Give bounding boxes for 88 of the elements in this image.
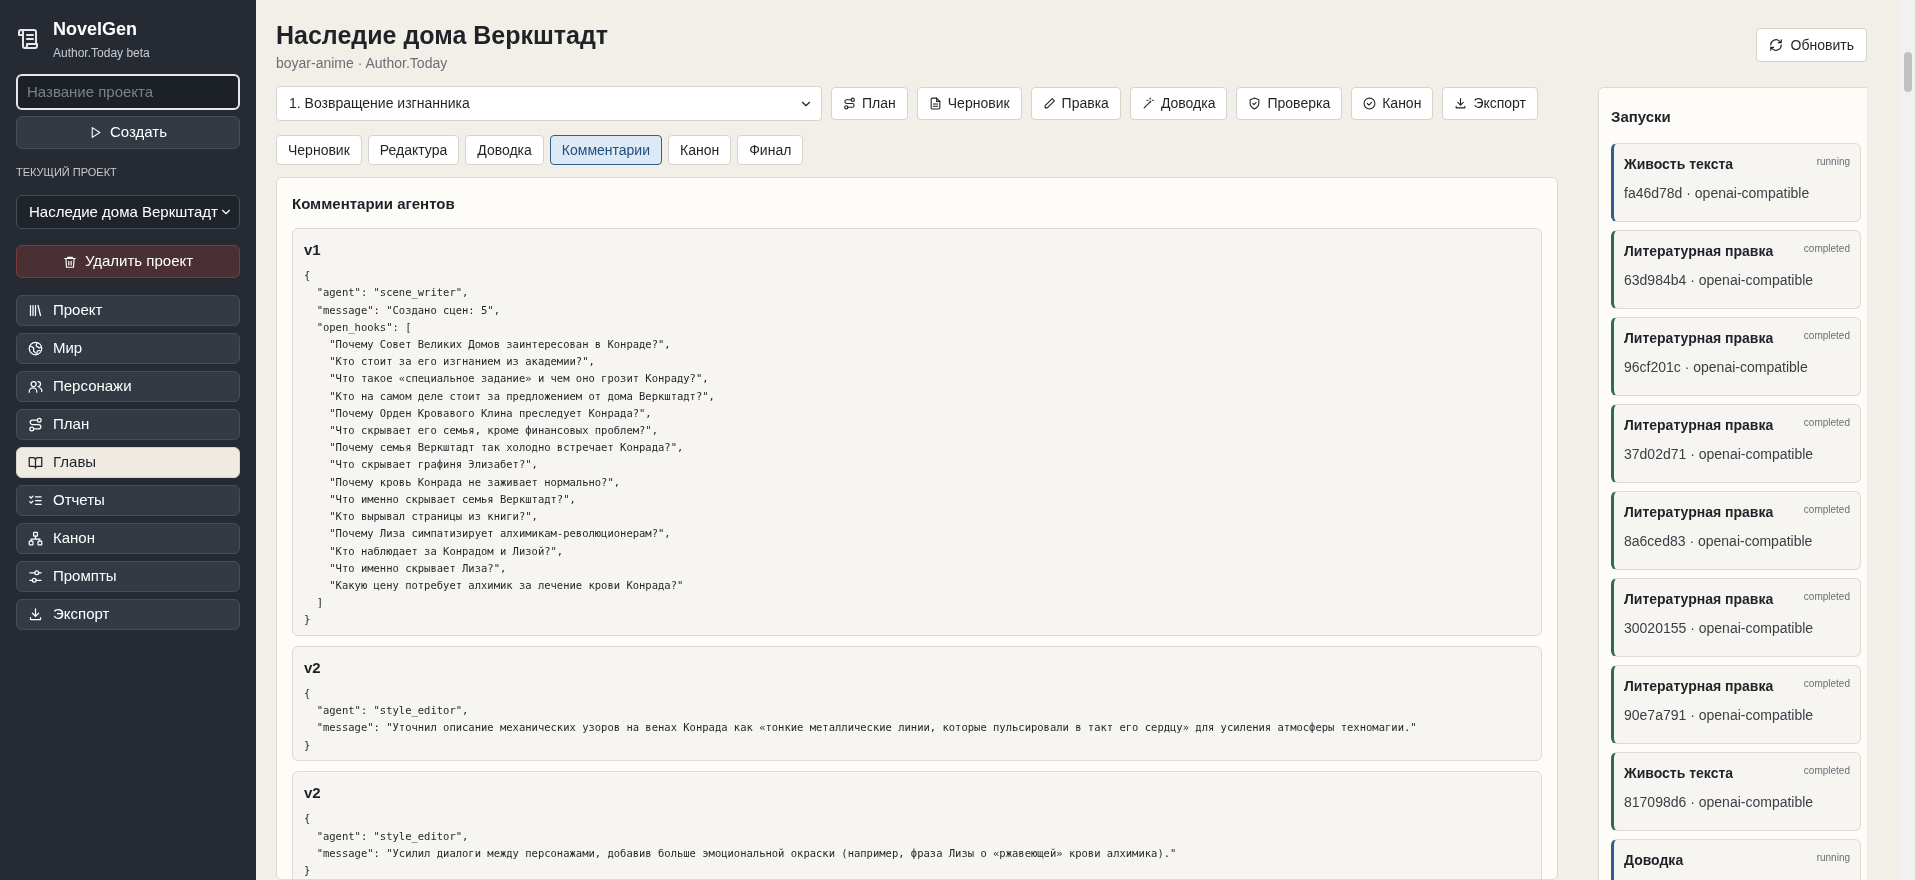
app-name: NovelGen xyxy=(53,18,139,41)
run-status: running xyxy=(1816,850,1850,865)
run-name: Литературная правка xyxy=(1624,328,1774,348)
sidebar-item[interactable]: Главы xyxy=(16,447,240,478)
tab[interactable]: Канон xyxy=(668,135,732,166)
play-icon xyxy=(89,125,102,139)
sidebar-item[interactable]: Отчеты xyxy=(16,485,240,516)
project-select[interactable]: Наследие дома Веркштадт xyxy=(16,195,240,229)
run-meta: 37d02d71 · openai-compatible xyxy=(1624,444,1815,464)
run-name: Литературная правка xyxy=(1624,415,1774,435)
run-status: completed xyxy=(1803,502,1850,517)
book-icon xyxy=(28,455,43,470)
version-label: v1 xyxy=(304,239,322,260)
create-button[interactable]: Создать xyxy=(16,115,240,149)
refresh-button[interactable]: Обновить xyxy=(1755,28,1867,62)
network-icon xyxy=(28,531,43,546)
run-status: completed xyxy=(1803,763,1850,778)
tab[interactable]: Комментарии xyxy=(549,135,662,166)
route-icon xyxy=(28,417,43,432)
run-meta: fa46d78d · openai-compatible xyxy=(1624,183,1811,203)
refresh-icon xyxy=(1768,38,1783,52)
sliders-icon xyxy=(28,569,43,584)
run-meta: 30020155 · openai-compatible xyxy=(1624,618,1815,638)
page-title: Наследие дома Веркштадт xyxy=(276,20,609,51)
action-button[interactable]: Правка xyxy=(1030,87,1121,121)
run-status: completed xyxy=(1803,676,1850,691)
json-code: { "agent": "style_editor", "message": "Усилил диалоги между персонажами, добавив больше эмоциональной окраски (например, фраза Лизы о «ржавеющей» крови алхимика)." } xyxy=(304,811,1178,878)
run-name: Литературная правка xyxy=(1624,589,1774,609)
document-icon xyxy=(928,97,942,111)
tab[interactable]: Финал xyxy=(737,135,804,166)
sidebar-item[interactable]: Канон xyxy=(16,523,240,554)
action-button[interactable]: Канон xyxy=(1351,87,1434,121)
run-status: completed xyxy=(1803,241,1850,256)
tab[interactable]: Доводка xyxy=(465,135,544,166)
json-code: { "agent": "scene_writer", "message": "Создано сцен: 5", "open_hooks": [ "Почему Совет Великих Домов заинтересован в Конраде?", "Кто стоит за его изгнанием из академии?", "Что такое «специальное задание» и чем оно грозит Конраду?", "Кто на самом деле стоит за предложением от дома Веркштадт?", "Почему Орден Кровавого Клина преследует Конрада?", "Что скрывает его семья, кроме финансовых проблем?", "Почему семья Веркштадт так холодно встречает Конрада?", "Что скрывает графиня Элизабет?", "Почему кровь Конрада не заживает нормально?", "Что именно скрывает семья Веркштадт?", "Кто вырывал страницы из книги?", "Почему Лиза симпатизирует алхимикам-революционерам?", "Кто наблюдает за Конрадом и Лизой?", "Что именно скрывает Лиза?", "Какую цену потребует алхимик за лечение крови Конрада?" ] } xyxy=(304,268,716,628)
tab[interactable]: Черновик xyxy=(276,135,362,166)
sidebar-item[interactable]: Мир xyxy=(16,333,240,364)
run-name: Живость текста xyxy=(1624,763,1734,783)
run-status: completed xyxy=(1803,415,1850,430)
run-name: Литературная правка xyxy=(1624,676,1774,696)
project-name-field[interactable]: Название проекта xyxy=(16,73,240,110)
action-button[interactable]: Черновик xyxy=(916,87,1022,121)
pencil-icon xyxy=(1042,97,1056,111)
scroll-icon xyxy=(17,27,41,51)
shield-check-icon xyxy=(1248,97,1262,111)
route-icon xyxy=(843,97,857,111)
magic-wand-icon xyxy=(1141,97,1155,111)
run-name: Живость текста xyxy=(1624,154,1734,174)
run-status: completed xyxy=(1803,589,1850,604)
run-name: Литературная правка xyxy=(1624,241,1774,261)
library-icon xyxy=(28,303,43,318)
page-subtitle: boyar-anime · Author.Today xyxy=(276,54,449,74)
sidebar-item[interactable]: Промпты xyxy=(16,561,240,592)
run-name: Доводка xyxy=(1624,850,1684,870)
sidebar-item[interactable]: План xyxy=(16,409,240,440)
sidebar-item[interactable]: Проект xyxy=(16,295,240,326)
section-title: Комментарии агентов xyxy=(292,194,456,215)
json-code: { "agent": "style_editor", "message": "Уточнил описание механических узоров на венах Конрада как «тонкие металлические линии, которые пульсировали в такт его сердцу» для усиления атмосферы техномагии." } xyxy=(304,686,1418,753)
globe-icon xyxy=(28,341,43,356)
run-status: running xyxy=(1816,154,1850,169)
sidebar-item[interactable]: Персонажи xyxy=(16,371,240,402)
tab[interactable]: Редактура xyxy=(367,135,460,166)
users-icon xyxy=(28,379,43,394)
app-subtitle: Author.Today beta xyxy=(53,44,150,62)
download-icon xyxy=(1454,97,1468,111)
section-title: Запуски xyxy=(1611,107,1672,128)
version-label: v2 xyxy=(304,782,322,803)
run-meta: 817098d6 · openai-compatible xyxy=(1624,792,1815,812)
run-meta: 96cf201c · openai-compatible xyxy=(1624,357,1809,377)
version-label: v2 xyxy=(304,657,322,678)
run-meta: 8a6ced83 · openai-compatible xyxy=(1624,531,1814,551)
run-status: completed xyxy=(1803,328,1850,343)
trash-icon xyxy=(62,254,77,269)
run-meta: 90e7a791 · openai-compatible xyxy=(1624,705,1815,725)
action-button[interactable]: Проверка xyxy=(1236,87,1343,121)
action-button[interactable]: Доводка xyxy=(1129,87,1228,121)
sidebar-item[interactable]: Экспорт xyxy=(16,599,240,630)
checklist-icon xyxy=(28,493,43,508)
run-name: Литературная правка xyxy=(1624,502,1774,522)
section-label: ТЕКУЩИЙ ПРОЕКТ xyxy=(16,164,118,180)
circle-check-icon xyxy=(1363,97,1377,111)
scrollbar[interactable] xyxy=(1900,0,1915,880)
download-icon xyxy=(28,607,43,622)
delete-project-button[interactable]: Удалить проект xyxy=(16,245,240,278)
action-button[interactable]: Экспорт xyxy=(1442,87,1538,121)
chapter-select[interactable]: 1. Возвращение изгнанника xyxy=(276,86,823,122)
run-meta: 63d984b4 · openai-compatible xyxy=(1624,270,1815,290)
action-button[interactable]: План xyxy=(831,87,908,121)
